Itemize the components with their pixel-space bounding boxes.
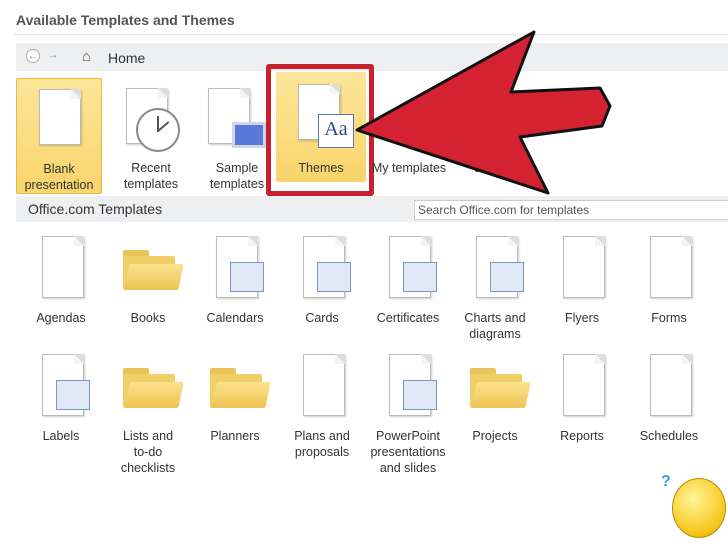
label-badge-icon xyxy=(56,380,90,410)
template-category-cards[interactable]: Cards xyxy=(279,232,365,326)
category-label: PowerPoint xyxy=(376,429,440,443)
card-badge-icon xyxy=(317,262,351,292)
category-label: Schedules xyxy=(639,429,699,443)
category-label: and slides xyxy=(379,461,437,475)
template-category-plans-and-proposals[interactable]: Plans and proposals xyxy=(279,350,365,460)
category-label: Labels xyxy=(42,429,80,443)
office-templates-header: Office.com Templates Search Office.com f… xyxy=(16,196,728,222)
template-category-charts-and-diagrams[interactable]: Charts and diagrams xyxy=(452,232,538,342)
document-icon xyxy=(42,236,84,298)
certificate-badge-icon xyxy=(403,262,437,292)
section-title: Office.com Templates xyxy=(28,201,163,217)
category-label: Lists and xyxy=(122,429,174,443)
schedule-icon xyxy=(650,354,692,416)
template-category-planners[interactable]: Planners xyxy=(192,350,278,444)
report-icon xyxy=(563,354,605,416)
folder-icon xyxy=(210,368,271,408)
search-input[interactable]: Search Office.com for templates xyxy=(414,200,728,220)
template-category-projects[interactable]: Projects xyxy=(452,350,538,444)
form-icon xyxy=(650,236,692,298)
folder-icon xyxy=(470,368,531,408)
category-label: Projects xyxy=(472,429,518,443)
category-label: to-do xyxy=(133,445,163,459)
flyer-icon xyxy=(563,236,605,298)
category-label: Planners xyxy=(210,429,260,443)
category-label: Calendars xyxy=(206,311,264,325)
category-label: Agendas xyxy=(36,311,86,325)
category-label: diagrams xyxy=(469,327,521,341)
template-category-certificates[interactable]: Certificates xyxy=(365,232,451,326)
template-category-reports[interactable]: Reports xyxy=(539,350,625,444)
category-label: Plans and xyxy=(294,429,350,443)
thinking-smiley-icon: ? xyxy=(661,473,726,538)
template-category-flyers[interactable]: Flyers xyxy=(539,232,625,326)
template-category-lists-and-to-do-checklists[interactable]: Lists and to-do checklists xyxy=(105,350,191,476)
template-category-forms[interactable]: Forms xyxy=(626,232,712,326)
category-label: Books xyxy=(130,311,166,325)
category-label: Certificates xyxy=(376,311,440,325)
calendar-badge-icon xyxy=(230,262,264,292)
category-label: presentations xyxy=(370,445,446,459)
category-label: Cards xyxy=(305,311,339,325)
template-category-powerpoint-presentations-and-slides[interactable]: PowerPoint presentations and slides xyxy=(365,350,451,476)
document-icon xyxy=(303,354,345,416)
template-category-calendars[interactable]: Calendars xyxy=(192,232,278,326)
template-category-books[interactable]: Books xyxy=(105,232,191,326)
template-category-schedules[interactable]: Schedules xyxy=(626,350,712,444)
category-label: Charts and xyxy=(464,311,526,325)
category-label: Flyers xyxy=(564,311,600,325)
template-category-agendas[interactable]: Agendas xyxy=(18,232,104,326)
folder-icon xyxy=(123,368,184,408)
category-label: Forms xyxy=(651,311,687,325)
category-label: proposals xyxy=(294,445,350,459)
red-arrow-icon xyxy=(355,30,612,195)
presentation-badge-icon xyxy=(403,380,437,410)
chart-badge-icon xyxy=(490,262,524,292)
folder-icon xyxy=(123,250,184,290)
category-label: checklists xyxy=(120,461,176,475)
template-category-labels[interactable]: Labels xyxy=(18,350,104,444)
category-label: Reports xyxy=(560,429,604,443)
